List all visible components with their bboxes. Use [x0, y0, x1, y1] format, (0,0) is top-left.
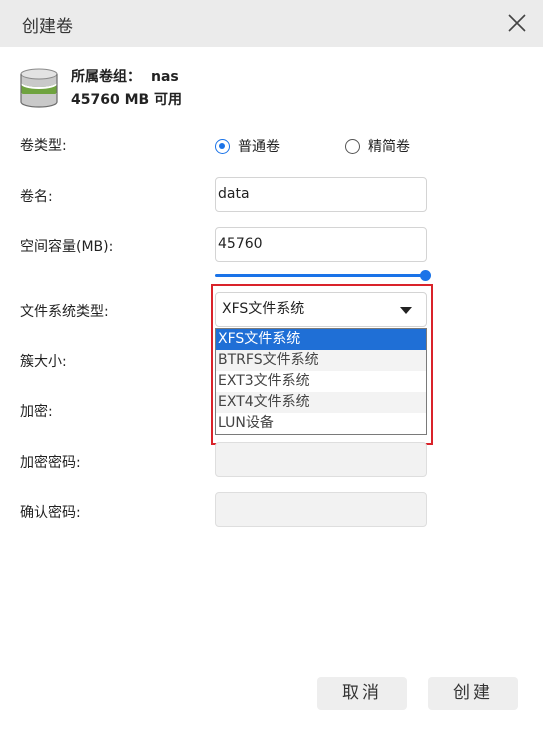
- fs-type-selected-value: XFS文件系统: [222, 301, 305, 317]
- fs-option-ext4[interactable]: EXT4文件系统: [216, 392, 426, 413]
- encryption-label: 加密:: [20, 404, 53, 420]
- radio-label: 精简卷: [368, 139, 410, 155]
- fs-type-label: 文件系统类型:: [20, 304, 109, 320]
- database-icon: [20, 68, 58, 108]
- capacity-label: 空间容量(MB):: [20, 239, 114, 255]
- radio-normal-volume[interactable]: 普通卷: [215, 136, 280, 156]
- volume-group-name: nas: [151, 69, 179, 85]
- caret-down-icon: [400, 307, 412, 314]
- cancel-button[interactable]: 取消: [317, 677, 407, 710]
- dialog-titlebar: 创建卷: [0, 0, 543, 47]
- fs-option-btrfs[interactable]: BTRFS文件系统: [216, 350, 426, 371]
- cluster-size-label: 簇大小:: [20, 354, 67, 370]
- radio-label: 普通卷: [238, 139, 280, 155]
- close-icon: [508, 14, 526, 32]
- volume-name-label: 卷名:: [20, 189, 53, 205]
- close-button[interactable]: [505, 11, 529, 35]
- volume-type-label: 卷类型:: [20, 138, 67, 154]
- create-button[interactable]: 创建: [428, 677, 518, 710]
- fs-type-dropdown-list: XFS文件系统 BTRFS文件系统 EXT3文件系统 EXT4文件系统 LUN设…: [215, 328, 427, 435]
- dialog-title: 创建卷: [22, 17, 73, 37]
- fs-option-ext3[interactable]: EXT3文件系统: [216, 371, 426, 392]
- fs-type-select[interactable]: XFS文件系统: [215, 292, 427, 327]
- volume-group-label: 所属卷组：: [71, 69, 141, 85]
- fs-option-lun[interactable]: LUN设备: [216, 413, 426, 434]
- fs-option-xfs[interactable]: XFS文件系统: [216, 329, 426, 350]
- confirm-password-input[interactable]: [215, 492, 427, 527]
- volume-group-capacity: 45760 MB 可用: [71, 92, 183, 108]
- radio-thin-volume[interactable]: 精简卷: [345, 136, 410, 156]
- encryption-password-label: 加密密码:: [20, 455, 81, 471]
- radio-indicator: [345, 138, 360, 154]
- capacity-slider-track[interactable]: [215, 274, 425, 277]
- radio-indicator-checked: [215, 138, 230, 154]
- volume-name-input[interactable]: data: [215, 177, 427, 212]
- capacity-slider-thumb[interactable]: [420, 270, 431, 281]
- encryption-password-input[interactable]: [215, 442, 427, 477]
- volume-group-line: 所属卷组： nas: [71, 66, 179, 86]
- capacity-input[interactable]: 45760: [215, 227, 427, 262]
- confirm-password-label: 确认密码:: [20, 505, 81, 521]
